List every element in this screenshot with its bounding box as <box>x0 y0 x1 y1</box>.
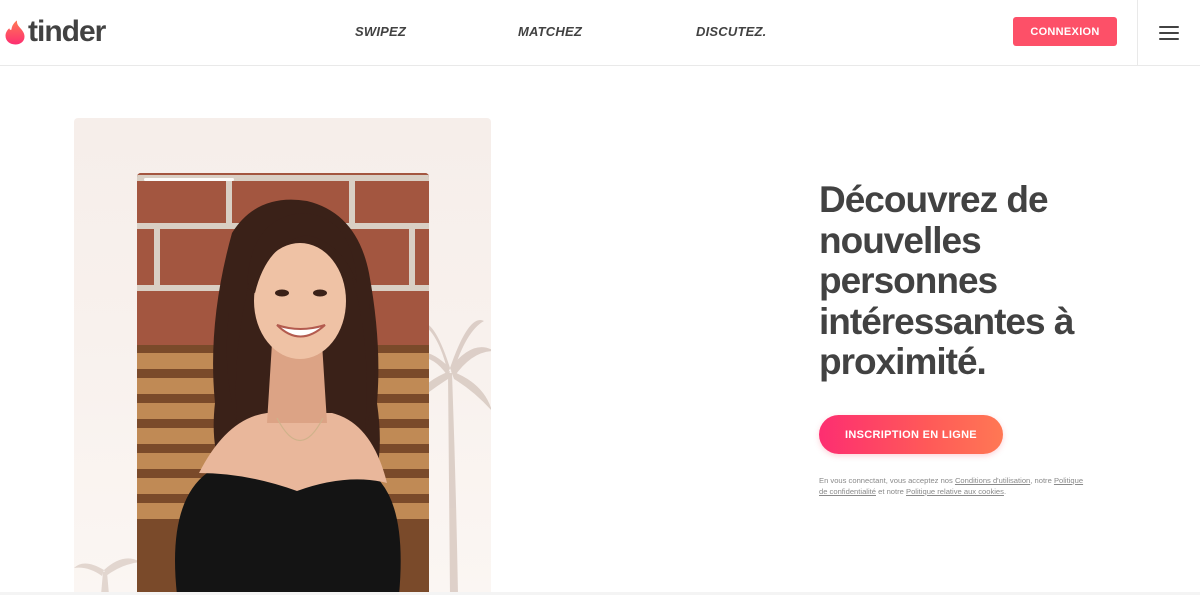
nav-link-discutez[interactable]: DISCUTEZ. <box>696 23 766 41</box>
legal-prefix-text: En vous connectant, vous acceptez nos <box>819 476 953 485</box>
signup-button[interactable]: INSCRIPTION EN LIGNE <box>819 415 1003 454</box>
nav-link-matchez[interactable]: MATCHEZ <box>518 23 582 41</box>
palm-tree-small-illustration <box>74 558 140 595</box>
hamburger-menu-icon <box>1159 25 1179 41</box>
profile-photo <box>137 173 429 595</box>
profile-photo-card <box>137 173 429 595</box>
hero-headline: Découvrez de nouvelles personnes intéres… <box>819 179 1074 382</box>
menu-button[interactable] <box>1137 0 1200 66</box>
cookie-policy-link[interactable]: Politique relative aux cookies <box>906 487 1004 496</box>
nav-link-swipez[interactable]: SWIPEZ <box>355 23 406 41</box>
story-progress-bar <box>144 178 234 181</box>
login-button[interactable]: CONNEXION <box>1013 17 1117 46</box>
legal-disclaimer: En vous connectant, vous acceptez nos Co… <box>819 475 1089 497</box>
tinder-logo[interactable]: tinder <box>4 14 106 50</box>
terms-of-use-link[interactable]: Conditions d'utilisation <box>955 476 1030 485</box>
top-navigation-bar: tinder SWIPEZ MATCHEZ DISCUTEZ. CONNEXIO… <box>0 0 1200 66</box>
legal-middle-text: , notre <box>1030 476 1052 485</box>
flame-icon <box>5 20 25 45</box>
legal-and-text: et notre <box>878 487 904 496</box>
logo-wordmark: tinder <box>28 15 106 48</box>
legal-suffix-text: . <box>1003 487 1007 496</box>
